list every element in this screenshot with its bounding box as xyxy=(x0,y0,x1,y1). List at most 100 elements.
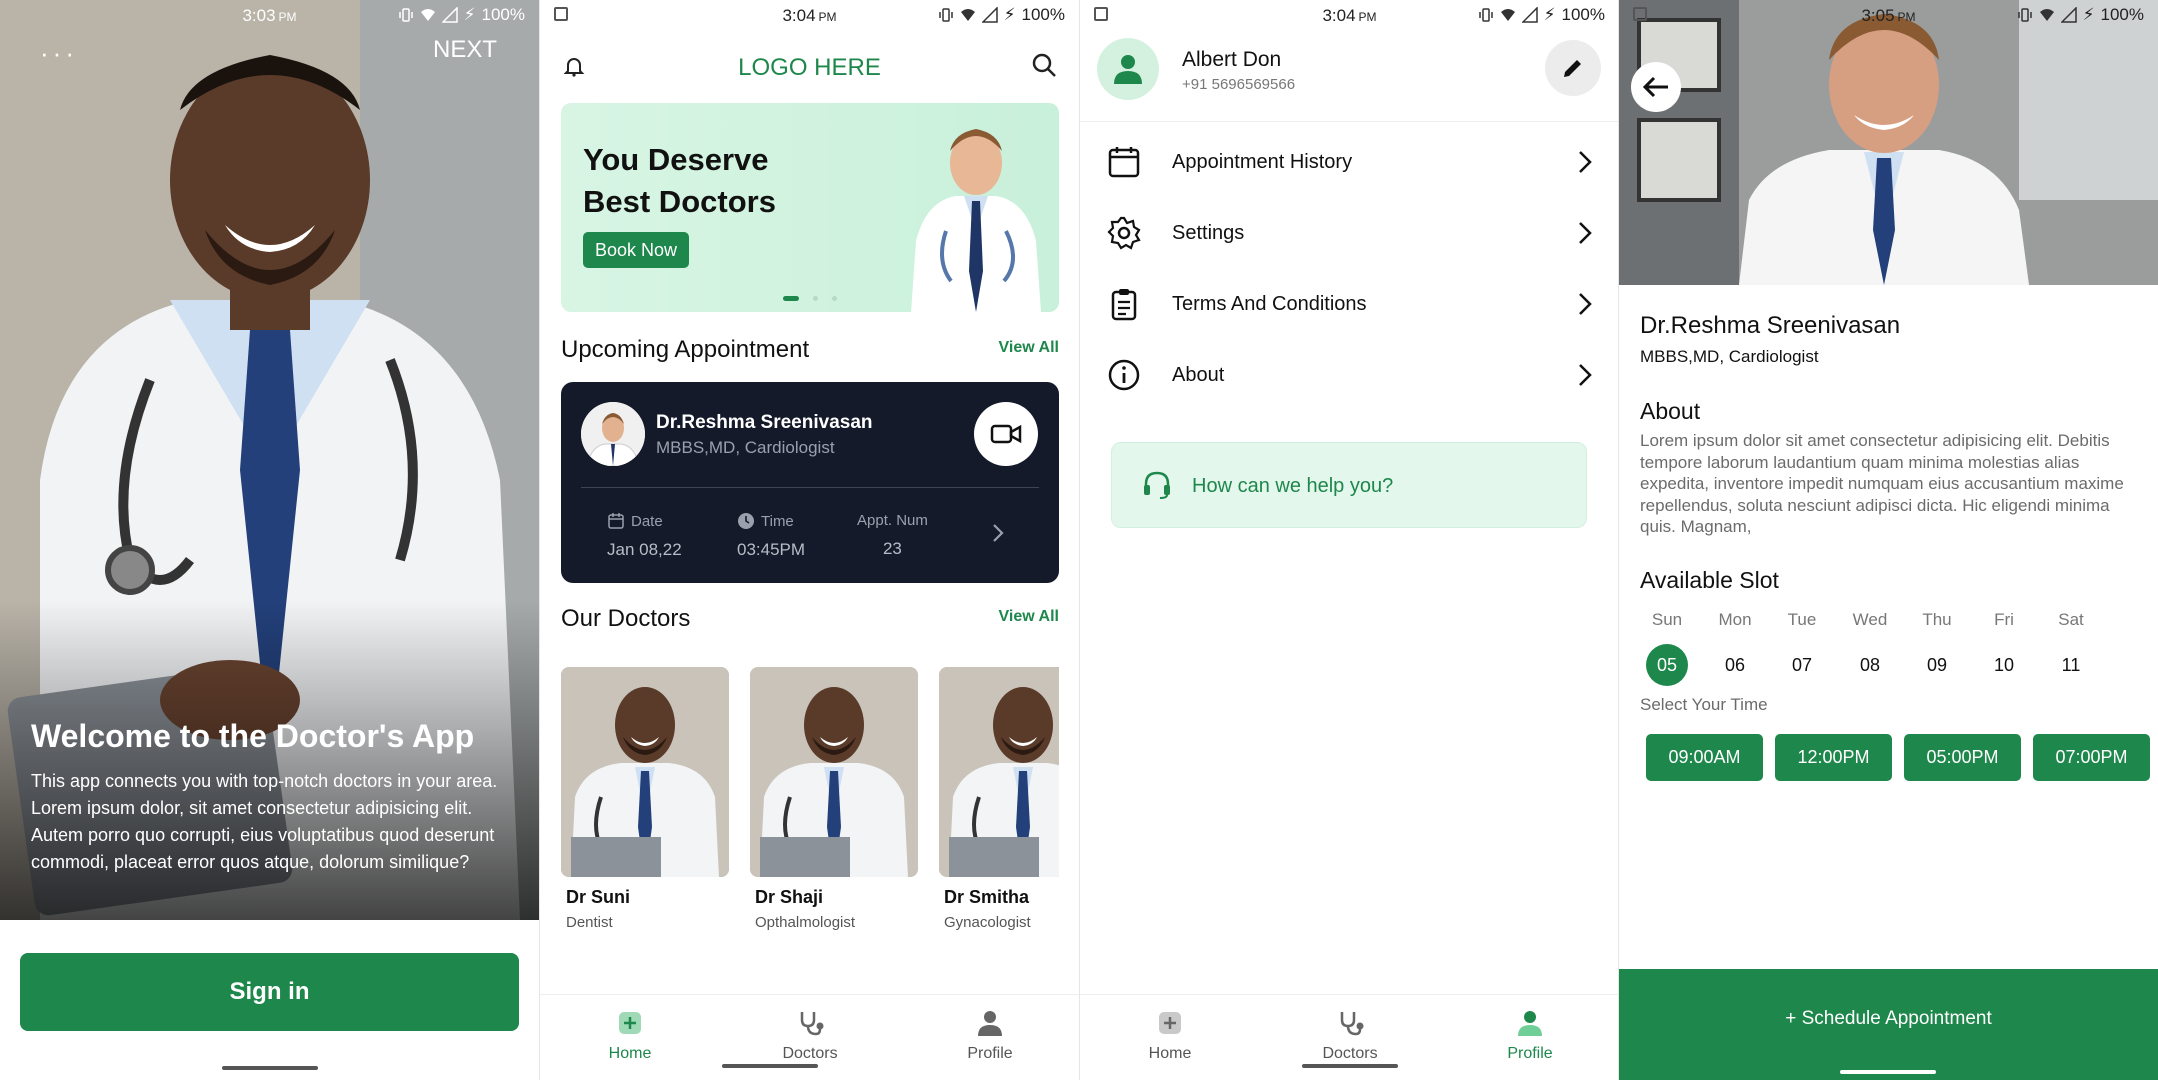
nav-home[interactable]: Home xyxy=(1080,1007,1260,1063)
doctors-view-all-link[interactable]: View All xyxy=(999,608,1059,626)
doctor-specialty: Dentist xyxy=(566,914,613,931)
menu-label: Terms And Conditions xyxy=(1172,293,1367,315)
more-menu-icon[interactable]: ··· xyxy=(40,38,78,69)
menu-label: Appointment History xyxy=(1172,151,1353,173)
menu-label: Settings xyxy=(1172,222,1245,244)
nav-doctors[interactable]: Doctors xyxy=(1260,1007,1440,1063)
arrow-left-icon xyxy=(1642,76,1668,98)
card-divider xyxy=(581,487,1039,488)
status-icons: ⚡ 100% xyxy=(398,5,525,25)
appointment-doctor-degree: MBBS,MD, Cardiologist xyxy=(656,438,835,457)
clipboard-icon xyxy=(1111,289,1137,321)
app-header: LOGO HERE xyxy=(540,48,1079,84)
person-icon xyxy=(978,1011,1002,1036)
bottom-navigation: Home Doctors Profile xyxy=(1080,994,1619,1080)
charging-icon: ⚡ xyxy=(2082,5,2095,24)
video-camera-icon xyxy=(990,424,1022,444)
welcome-description: This app connects you with top-notch doc… xyxy=(31,771,498,872)
person-icon xyxy=(1518,1011,1542,1036)
day-mon[interactable]: Mon 06 xyxy=(1708,610,1762,686)
menu-about[interactable]: About xyxy=(1080,345,1619,405)
time-slot-button[interactable]: 05:00PM xyxy=(1904,734,2021,781)
vibrate-icon xyxy=(1478,8,1493,22)
info-icon xyxy=(1108,359,1140,391)
menu-appointment-history[interactable]: Appointment History xyxy=(1080,132,1619,192)
day-sun[interactable]: Sun 05 xyxy=(1640,610,1694,686)
home-plus-icon xyxy=(619,1012,641,1034)
nav-profile[interactable]: Profile xyxy=(900,1007,1079,1063)
menu-settings[interactable]: Settings xyxy=(1080,203,1619,263)
wifi-icon xyxy=(420,9,435,21)
nav-profile[interactable]: Profile xyxy=(1440,1007,1619,1063)
edit-profile-button[interactable] xyxy=(1545,40,1601,96)
vibrate-icon xyxy=(2017,8,2032,22)
video-call-button[interactable] xyxy=(974,402,1038,466)
stethoscope-icon xyxy=(800,1012,824,1036)
time-slot-button[interactable]: 09:00AM xyxy=(1646,734,1763,781)
doctor-name: Dr Smitha xyxy=(944,887,1030,907)
doctor-card[interactable]: Dr Shaji Opthalmologist xyxy=(750,667,918,931)
upcoming-appointment-card[interactable]: Dr.Reshma Sreenivasan MBBS,MD, Cardiolog… xyxy=(561,382,1059,583)
user-avatar[interactable] xyxy=(1097,38,1159,100)
promo-banner[interactable]: You Deserve Best Doctors Book Now xyxy=(561,103,1059,312)
header-divider xyxy=(1080,121,1619,122)
battery-level: 100% xyxy=(1021,5,1065,24)
about-text: Lorem ipsum dolor sit amet consectetur a… xyxy=(1640,431,2124,536)
charging-icon: ⚡ xyxy=(1003,5,1016,24)
battery-level: 100% xyxy=(481,5,525,24)
nav-home[interactable]: Home xyxy=(540,1007,720,1063)
time-slot-button[interactable]: 07:00PM xyxy=(2033,734,2150,781)
doctor-avatar xyxy=(581,402,645,466)
gesture-bar xyxy=(1302,1064,1398,1068)
welcome-screen: 3:03 PM ⚡ 100% ··· NEXT Welcome to the Do… xyxy=(0,0,539,1080)
battery-level: 100% xyxy=(1561,5,1605,24)
help-support-card[interactable]: How can we help you? xyxy=(1111,442,1587,528)
home-screen: 3:04 PM ⚡ 100% LOGO HERE You Deserve Best… xyxy=(540,0,1079,1080)
nav-doctors[interactable]: Doctors xyxy=(720,1007,900,1063)
book-now-button[interactable]: Book Now xyxy=(583,232,690,268)
banner-doctor-image xyxy=(911,129,1041,312)
clock-icon xyxy=(738,513,754,529)
status-icons: ⚡ 100% xyxy=(2017,5,2144,25)
profile-screen: 3:04 PM ⚡ 100% Albert Don +91 5696569566 … xyxy=(1080,0,1619,1080)
doctor-card[interactable]: Dr Smitha Gynacologist xyxy=(939,667,1059,931)
home-plus-icon xyxy=(1159,1012,1181,1034)
wifi-icon xyxy=(2039,9,2054,21)
day-tue[interactable]: Tue 07 xyxy=(1775,610,1829,686)
menu-terms-and-conditions[interactable]: Terms And Conditions xyxy=(1080,274,1619,334)
select-time-label: Select Your Time xyxy=(1640,695,1768,714)
sign-in-button[interactable]: Sign in xyxy=(20,953,519,1031)
day-fri[interactable]: Fri 10 xyxy=(1977,610,2031,686)
doctor-photo xyxy=(750,667,918,877)
vibrate-icon xyxy=(938,8,953,22)
next-button[interactable]: NEXT xyxy=(433,36,497,64)
pager-dot[interactable] xyxy=(813,296,818,301)
pager-dot[interactable] xyxy=(832,296,837,301)
doctor-card[interactable]: Dr Suni Dentist xyxy=(561,667,729,931)
upcoming-appointment-heading: Upcoming Appointment xyxy=(561,336,810,363)
day-thu[interactable]: Thu 09 xyxy=(1910,610,1964,686)
upcoming-view-all-link[interactable]: View All xyxy=(999,339,1059,357)
doctor-detail-screen: 3:05 PM ⚡ 100% Dr.Reshma Sreenivasan MBBS… xyxy=(1619,0,2158,1080)
signal-icon xyxy=(2060,7,2077,23)
time-slot-button[interactable]: 12:00PM xyxy=(1775,734,1892,781)
search-icon[interactable] xyxy=(1031,52,1057,78)
status-bar: 3:04 PM ⚡ 100% xyxy=(1080,0,1619,32)
chevron-right-icon[interactable] xyxy=(991,522,1005,544)
signal-icon xyxy=(441,7,458,23)
banner-title: You Deserve Best Doctors xyxy=(583,142,776,219)
day-wed[interactable]: Wed 08 xyxy=(1843,610,1897,686)
doctor-name: Dr Suni xyxy=(566,887,631,907)
back-button[interactable] xyxy=(1631,62,1681,112)
charging-icon: ⚡ xyxy=(1543,5,1556,24)
day-sat[interactable]: Sat 11 xyxy=(2044,610,2098,686)
chevron-right-icon xyxy=(1579,293,1592,315)
status-bar: 3:04 PM ⚡ 100% xyxy=(540,0,1079,32)
banner-pager xyxy=(561,296,1059,301)
schedule-appointment-button[interactable]: + Schedule Appointment xyxy=(1619,969,2158,1080)
gear-icon xyxy=(1107,216,1141,250)
pager-dot[interactable] xyxy=(783,296,799,301)
calendar-icon xyxy=(1108,147,1140,178)
wifi-icon xyxy=(1500,9,1515,21)
wifi-icon xyxy=(960,9,975,21)
